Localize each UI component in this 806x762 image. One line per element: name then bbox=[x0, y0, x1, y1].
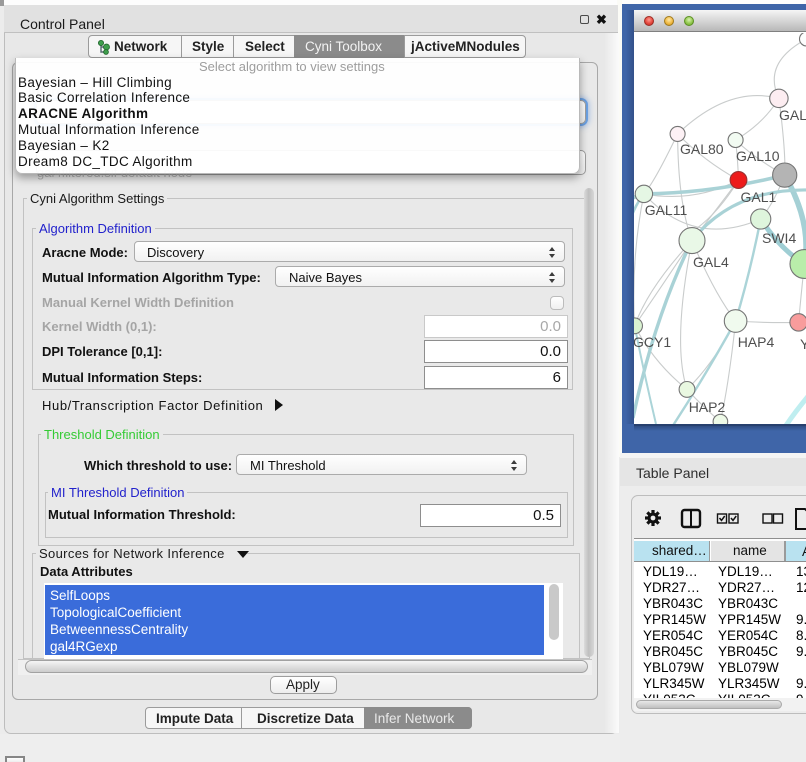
svg-text:HAP4: HAP4 bbox=[738, 334, 775, 350]
svg-text:GAL10: GAL10 bbox=[736, 148, 780, 164]
svg-text:GAL11: GAL11 bbox=[645, 202, 688, 218]
svg-text:SWI4: SWI4 bbox=[762, 230, 796, 246]
svg-text:Y: Y bbox=[800, 336, 806, 352]
svg-text:GAL: GAL bbox=[779, 107, 806, 123]
svg-text:GCY1: GCY1 bbox=[634, 334, 671, 350]
svg-text:GAL1: GAL1 bbox=[741, 189, 777, 205]
svg-text:HAP2: HAP2 bbox=[689, 399, 726, 415]
svg-text:GAL4: GAL4 bbox=[693, 254, 729, 270]
svg-text:GAL80: GAL80 bbox=[680, 141, 724, 157]
